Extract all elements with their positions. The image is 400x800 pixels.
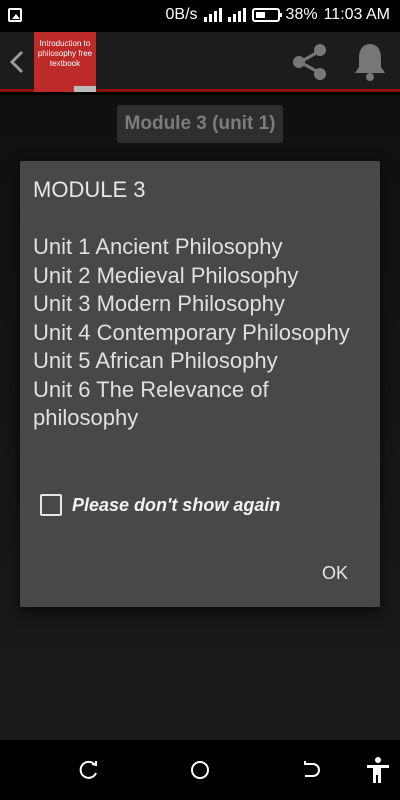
- clock: 11:03 AM: [323, 6, 390, 23]
- unit-item: Unit 1 Ancient Philosophy: [33, 234, 283, 259]
- battery-icon: [251, 8, 282, 22]
- book-cover-text: Introduction to philosophy free textbook: [37, 39, 93, 68]
- ok-button[interactable]: OK: [300, 555, 370, 591]
- signal-icon-2: [227, 8, 246, 22]
- app-bar: Introduction to philosophy free textbook: [0, 32, 400, 92]
- unit-item: Unit 4 Contemporary Philosophy: [33, 319, 350, 345]
- back-nav-button[interactable]: [297, 756, 325, 784]
- notifications-button[interactable]: [350, 40, 390, 84]
- unit-list: Unit 1 Ancient Philosophy Unit 2 Medieva…: [33, 233, 363, 433]
- unit-item: Unit 6 The Relevance of philosophy: [33, 376, 269, 431]
- unit-item: Unit 3 Modern Philosophy: [33, 291, 285, 316]
- image-notification-icon: [8, 8, 22, 22]
- signal-icon: [203, 8, 222, 22]
- status-indicators: 0B/s 38% 11:03 AM: [166, 6, 390, 24]
- home-button[interactable]: [186, 756, 214, 784]
- recent-apps-icon: [79, 760, 97, 779]
- unit-item: Unit 2 Medieval Philosophy: [33, 262, 299, 288]
- book-cover-thumbnail[interactable]: Introduction to philosophy free textbook: [34, 32, 96, 92]
- book-cover-strip: [74, 86, 96, 92]
- dont-show-again-label: Please don't show again: [72, 494, 281, 515]
- network-speed: 0B/s: [165, 6, 198, 23]
- battery-percent: 38%: [285, 6, 318, 23]
- back-button[interactable]: [4, 44, 32, 80]
- share-icon: [293, 44, 326, 80]
- dont-show-again-option[interactable]: Please don't show again: [40, 494, 280, 516]
- module-dialog: MODULE 3 Unit 1 Ancient Philosophy Unit …: [20, 161, 380, 607]
- unit-item: Unit 5 African Philosophy: [33, 348, 278, 373]
- accessibility-icon: [367, 757, 389, 783]
- module-chip[interactable]: Module 3 (unit 1): [117, 105, 283, 143]
- share-button[interactable]: [288, 40, 332, 84]
- back-icon: [304, 761, 320, 777]
- accessibility-button[interactable]: [364, 756, 392, 784]
- status-bar: 0B/s 38% 11:03 AM: [0, 0, 400, 32]
- bell-icon: [355, 44, 385, 81]
- dont-show-again-checkbox[interactable]: [40, 494, 62, 516]
- back-arrow-icon: [9, 50, 24, 74]
- recent-apps-button[interactable]: [75, 756, 103, 784]
- system-nav-bar: [0, 740, 400, 800]
- dialog-title: MODULE 3: [33, 177, 146, 202]
- home-icon: [191, 761, 209, 779]
